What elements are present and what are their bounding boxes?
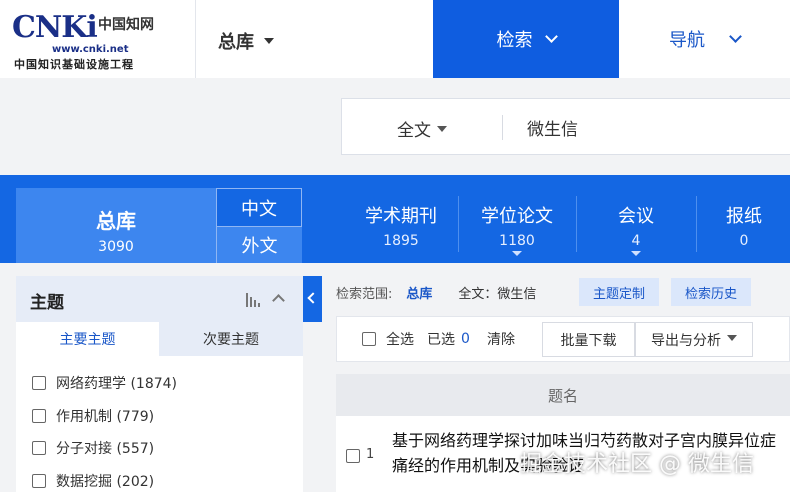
checkbox[interactable] (32, 409, 46, 423)
selected-count: 已选 0 (427, 329, 470, 349)
checkbox[interactable] (32, 441, 46, 455)
collapse-panel-button[interactable] (303, 276, 322, 322)
category-count: 4 (631, 233, 641, 249)
export-analysis-dropdown[interactable]: 导出与分析 (635, 322, 753, 357)
caret-down-icon (631, 251, 641, 256)
header-divider (195, 0, 196, 78)
category-newspaper-tab[interactable]: 报纸 0 (698, 188, 790, 263)
export-analysis-label: 导出与分析 (651, 332, 721, 349)
caret-down-icon (512, 251, 522, 256)
facet-item-label: 分子对接 (557) (56, 441, 155, 457)
category-divider (458, 196, 459, 252)
checkbox[interactable] (32, 474, 46, 488)
category-divider (696, 196, 697, 252)
clear-selection-link[interactable]: 清除 (487, 329, 515, 349)
facet-item[interactable]: 网络药理学 (1874) (32, 373, 177, 393)
chevron-down-icon (544, 29, 558, 43)
row-index: 1 (366, 447, 375, 462)
checkbox[interactable] (362, 332, 376, 346)
search-scope-select[interactable]: 全文 (397, 116, 447, 141)
category-journals-tab[interactable]: 学术期刊 1895 (345, 188, 457, 263)
bulk-download-button[interactable]: 批量下载 (542, 322, 635, 357)
category-theses-tab[interactable]: 学位论文 1180 (460, 188, 574, 263)
tab-secondary-topic[interactable]: 次要主题 (159, 322, 303, 356)
category-label: 学术期刊 (365, 206, 437, 227)
topic-custom-button[interactable]: 主题定制 (579, 278, 659, 306)
navigation-menu-label: 导航 (669, 30, 705, 51)
category-conference-tab[interactable]: 会议 4 (578, 188, 694, 263)
scope-value: 总库 (406, 286, 433, 302)
logo-url: www.cnki.net (52, 44, 129, 55)
category-divider (576, 196, 577, 252)
selected-count-value: 0 (461, 331, 470, 347)
navigation-menu-tab[interactable]: 导航 (619, 0, 790, 78)
library-switch-label: 总库 (218, 32, 254, 53)
category-total-tab[interactable]: 总库 3090 (16, 188, 216, 263)
logo-chinese-name: 中国知网 (98, 17, 154, 33)
tab-primary-topic[interactable]: 主要主题 (16, 322, 159, 356)
search-menu-tab[interactable]: 检索 (433, 0, 619, 78)
results-toolbar: 全选 已选 0 清除 批量下载 导出与分析 (336, 316, 790, 362)
search-scope-label: 全文 (397, 121, 431, 141)
search-history-button[interactable]: 检索历史 (671, 278, 751, 306)
facet-item[interactable]: 作用机制 (779) (32, 406, 154, 426)
cnki-logo[interactable]: CNKi 中国知网 www.cnki.net 中国知识基础设施工程 (12, 10, 177, 71)
row-checkbox[interactable] (346, 449, 360, 463)
search-input[interactable] (527, 114, 787, 140)
scope-query: 全文：微生信 (458, 286, 537, 302)
watermark-text: 掘金技术社区 @ 微生信 (520, 452, 754, 477)
chevron-left-icon (307, 292, 319, 304)
caret-down-icon (727, 334, 737, 341)
top-header: CNKi 中国知网 www.cnki.net 中国知识基础设施工程 总库 检索 … (0, 0, 790, 78)
facet-header: 主题 (16, 276, 303, 322)
search-menu-label: 检索 (496, 30, 533, 51)
facet-item-label: 数据挖掘 (202) (56, 474, 155, 490)
facet-item-label: 网络药理学 (1874) (56, 376, 178, 392)
category-count: 1895 (383, 233, 419, 249)
checkbox[interactable] (32, 376, 46, 390)
facet-item[interactable]: 数据挖掘 (202) (32, 471, 154, 491)
category-count: 1180 (499, 233, 535, 249)
category-label: 报纸 (726, 206, 762, 227)
chevron-down-icon (729, 29, 742, 43)
category-label: 会议 (618, 206, 654, 227)
results-table-header: 题名 (336, 374, 790, 416)
logo-subtitle: 中国知识基础设施工程 (14, 58, 134, 71)
category-label: 学位论文 (481, 206, 553, 227)
facet-item[interactable]: 分子对接 (557) (32, 438, 154, 458)
caret-down-icon (264, 38, 274, 44)
search-box: 全文 (341, 98, 790, 155)
bar-chart-icon[interactable] (246, 293, 260, 307)
category-total-label: 总库 (96, 209, 136, 233)
category-total-count: 3090 (98, 239, 134, 255)
search-divider (502, 115, 503, 140)
select-all-checkbox[interactable]: 全选 (362, 329, 414, 349)
category-count: 0 (739, 233, 749, 249)
language-chinese-tab[interactable]: 中文 (216, 188, 302, 227)
column-title-header: 题名 (547, 386, 578, 405)
library-switch-dropdown[interactable]: 总库 (218, 28, 274, 54)
caret-down-icon (437, 126, 447, 132)
search-scope-line: 检索范围: 总库 全文：微生信 (336, 280, 536, 304)
chevron-up-icon[interactable] (272, 294, 285, 307)
scope-label: 检索范围: (336, 286, 393, 302)
logo-wordmark: CNKi (12, 10, 98, 45)
language-foreign-tab[interactable]: 外文 (216, 227, 302, 263)
topic-facet-panel: 主题 主要主题 次要主题 网络药理学 (1874) 作用机制 (779) 分子对… (16, 276, 303, 492)
selected-label: 已选 (427, 332, 455, 348)
facet-title: 主题 (30, 293, 64, 313)
select-all-label: 全选 (386, 332, 414, 348)
facet-item-label: 作用机制 (779) (56, 409, 155, 425)
